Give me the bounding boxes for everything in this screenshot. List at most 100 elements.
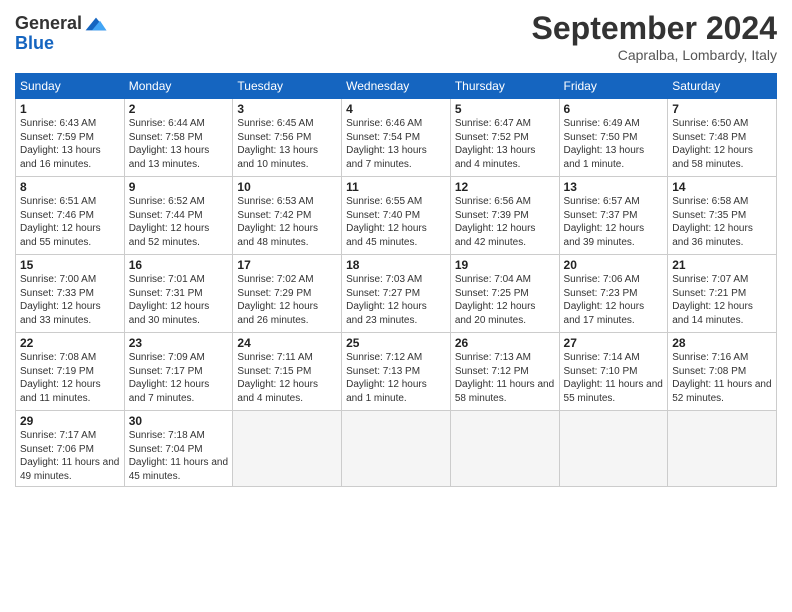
- daylight-text: Daylight: 13 hours and 16 minutes.: [20, 145, 101, 170]
- sunrise-text: Sunrise: 6:49 AM: [564, 118, 640, 129]
- sunrise-text: Sunrise: 6:51 AM: [20, 196, 96, 207]
- calendar-cell: 30Sunrise: 7:18 AMSunset: 7:04 PMDayligh…: [124, 411, 233, 487]
- sunset-text: Sunset: 7:35 PM: [672, 210, 746, 221]
- day-info: Sunrise: 6:52 AM Sunset: 7:44 PM Daylight:…: [129, 195, 229, 249]
- sunrise-text: Sunrise: 7:04 AM: [455, 274, 531, 285]
- day-info: Sunrise: 6:53 AMSunset: 7:42 PMDaylight:…: [237, 195, 337, 249]
- day-info: Sunrise: 6:56 AMSunset: 7:39 PMDaylight:…: [455, 195, 555, 249]
- calendar-cell: 21Sunrise: 7:07 AMSunset: 7:21 PMDayligh…: [668, 255, 777, 333]
- daylight-text: Daylight: 12 hours and 39 minutes.: [564, 223, 645, 248]
- calendar-cell: 24Sunrise: 7:11 AMSunset: 7:15 PMDayligh…: [233, 333, 342, 411]
- calendar-cell: 13Sunrise: 6:57 AMSunset: 7:37 PMDayligh…: [559, 177, 668, 255]
- day-number: 22: [20, 336, 120, 350]
- calendar-cell: 1Sunrise: 6:43 AMSunset: 7:59 PMDaylight…: [16, 99, 125, 177]
- calendar-cell: [450, 411, 559, 487]
- sunset-text: Sunset: 7:27 PM: [346, 288, 420, 299]
- daylight-text: Daylight: 12 hours and 11 minutes.: [20, 379, 101, 404]
- calendar-cell: 22 Sunrise: 7:08 AM Sunset: 7:19 PM Dayligh…: [16, 333, 125, 411]
- calendar-cell: [233, 411, 342, 487]
- sunrise-text: Sunrise: 7:03 AM: [346, 274, 422, 285]
- sunset-text: Sunset: 7:19 PM: [20, 366, 94, 377]
- day-info: Sunrise: 6:55 AMSunset: 7:40 PMDaylight:…: [346, 195, 446, 249]
- day-info: Sunrise: 7:03 AM Sunset: 7:27 PM Daylight:…: [346, 273, 446, 327]
- day-number: 26: [455, 336, 555, 350]
- day-number: 4: [346, 102, 446, 116]
- sunrise-text: Sunrise: 6:55 AM: [346, 196, 422, 207]
- day-number: 12: [455, 180, 555, 194]
- sunset-text: Sunset: 7:40 PM: [346, 210, 420, 221]
- location: Capralba, Lombardy, Italy: [532, 47, 777, 63]
- daylight-text: Daylight: 13 hours and 10 minutes.: [237, 145, 318, 170]
- sunset-text: Sunset: 7:37 PM: [564, 210, 638, 221]
- day-info: Sunrise: 7:06 AMSunset: 7:23 PMDaylight:…: [564, 273, 664, 327]
- day-info: Sunrise: 7:04 AM Sunset: 7:25 PM Daylight:…: [455, 273, 555, 327]
- sunset-text: Sunset: 7:25 PM: [455, 288, 529, 299]
- sunset-text: Sunset: 7:29 PM: [237, 288, 311, 299]
- daylight-text: Daylight: 12 hours and 30 minutes.: [129, 301, 210, 326]
- calendar-cell: [342, 411, 451, 487]
- daylight-text: Daylight: 12 hours and 20 minutes.: [455, 301, 536, 326]
- daylight-text: Daylight: 12 hours and 7 minutes.: [129, 379, 210, 404]
- calendar-cell: 7Sunrise: 6:50 AMSunset: 7:48 PMDaylight…: [668, 99, 777, 177]
- sunset-text: Sunset: 7:31 PM: [129, 288, 203, 299]
- daylight-text: Daylight: 12 hours and 42 minutes.: [455, 223, 536, 248]
- day-number: 3: [237, 102, 337, 116]
- sunset-text: Sunset: 7:04 PM: [129, 444, 203, 455]
- day-info: Sunrise: 7:08 AM Sunset: 7:19 PM Daylight:…: [20, 351, 120, 405]
- day-number: 27: [564, 336, 664, 350]
- sunset-text: Sunset: 7:46 PM: [20, 210, 94, 221]
- sunset-text: Sunset: 7:56 PM: [237, 132, 311, 143]
- weekday-header-wednesday: Wednesday: [342, 74, 451, 99]
- calendar-cell: 18Sunrise: 7:03 AMSunset: 7:27 PMDayligh…: [342, 255, 451, 333]
- sunrise-text: Sunrise: 7:08 AM: [20, 352, 96, 363]
- day-info: Sunrise: 6:57 AMSunset: 7:37 PMDaylight:…: [564, 195, 664, 249]
- sunset-text: Sunset: 7:50 PM: [564, 132, 638, 143]
- daylight-text: Daylight: 12 hours and 52 minutes.: [129, 223, 210, 248]
- day-info: Sunrise: 7:07 AMSunset: 7:21 PMDaylight:…: [672, 273, 772, 327]
- day-number: 9: [129, 180, 229, 194]
- daylight-text: Daylight: 12 hours and 17 minutes.: [564, 301, 645, 326]
- day-number: 7: [672, 102, 772, 116]
- calendar-cell: 2Sunrise: 6:44 AMSunset: 7:58 PMDaylight…: [124, 99, 233, 177]
- day-info: Sunrise: 6:49 AMSunset: 7:50 PMDaylight:…: [564, 117, 664, 171]
- day-number: 11: [346, 180, 446, 194]
- day-info: Sunrise: 7:13 AMSunset: 7:12 PMDaylight:…: [455, 351, 555, 405]
- sunset-text: Sunset: 7:52 PM: [455, 132, 529, 143]
- sunset-text: Sunset: 7:44 PM: [129, 210, 203, 221]
- sunrise-text: Sunrise: 7:00 AM: [20, 274, 96, 285]
- daylight-text: Daylight: 11 hours and 49 minutes.: [20, 457, 119, 482]
- sunset-text: Sunset: 7:17 PM: [129, 366, 203, 377]
- day-info: Sunrise: 7:01 AMSunset: 7:31 PMDaylight:…: [129, 273, 229, 327]
- sunrise-text: Sunrise: 6:45 AM: [237, 118, 313, 129]
- daylight-text: Daylight: 13 hours and 7 minutes.: [346, 145, 427, 170]
- header: General Blue September 2024 Capralba, Lo…: [15, 10, 777, 63]
- day-info: Sunrise: 6:43 AMSunset: 7:59 PMDaylight:…: [20, 117, 120, 171]
- sunset-text: Sunset: 7:13 PM: [346, 366, 420, 377]
- sunrise-text: Sunrise: 7:02 AM: [237, 274, 313, 285]
- logo-icon: [84, 14, 108, 34]
- day-number: 1: [20, 102, 120, 116]
- day-info: Sunrise: 6:50 AMSunset: 7:48 PMDaylight:…: [672, 117, 772, 171]
- day-info: Sunrise: 7:11 AMSunset: 7:15 PMDaylight:…: [237, 351, 337, 405]
- sunset-text: Sunset: 7:59 PM: [20, 132, 94, 143]
- month-title: September 2024: [532, 10, 777, 47]
- sunset-text: Sunset: 7:08 PM: [672, 366, 746, 377]
- title-section: September 2024 Capralba, Lombardy, Italy: [532, 10, 777, 63]
- daylight-text: Daylight: 12 hours and 23 minutes.: [346, 301, 427, 326]
- logo: General Blue: [15, 14, 108, 54]
- calendar-container: General Blue September 2024 Capralba, Lo…: [0, 0, 792, 497]
- daylight-text: Daylight: 11 hours and 58 minutes.: [455, 379, 554, 404]
- sunset-text: Sunset: 7:58 PM: [129, 132, 203, 143]
- day-info: Sunrise: 7:02 AMSunset: 7:29 PMDaylight:…: [237, 273, 337, 327]
- weekday-header-friday: Friday: [559, 74, 668, 99]
- week-row-2: 8Sunrise: 6:51 AMSunset: 7:46 PMDaylight…: [16, 177, 777, 255]
- day-info: Sunrise: 6:44 AMSunset: 7:58 PMDaylight:…: [129, 117, 229, 171]
- day-number: 21: [672, 258, 772, 272]
- daylight-text: Daylight: 11 hours and 55 minutes.: [564, 379, 663, 404]
- sunrise-text: Sunrise: 6:52 AM: [129, 196, 205, 207]
- day-number: 25: [346, 336, 446, 350]
- calendar-cell: 15Sunrise: 7:00 AMSunset: 7:33 PMDayligh…: [16, 255, 125, 333]
- calendar-cell: 26Sunrise: 7:13 AMSunset: 7:12 PMDayligh…: [450, 333, 559, 411]
- sunset-text: Sunset: 7:54 PM: [346, 132, 420, 143]
- day-info: Sunrise: 7:12 AMSunset: 7:13 PMDaylight:…: [346, 351, 446, 405]
